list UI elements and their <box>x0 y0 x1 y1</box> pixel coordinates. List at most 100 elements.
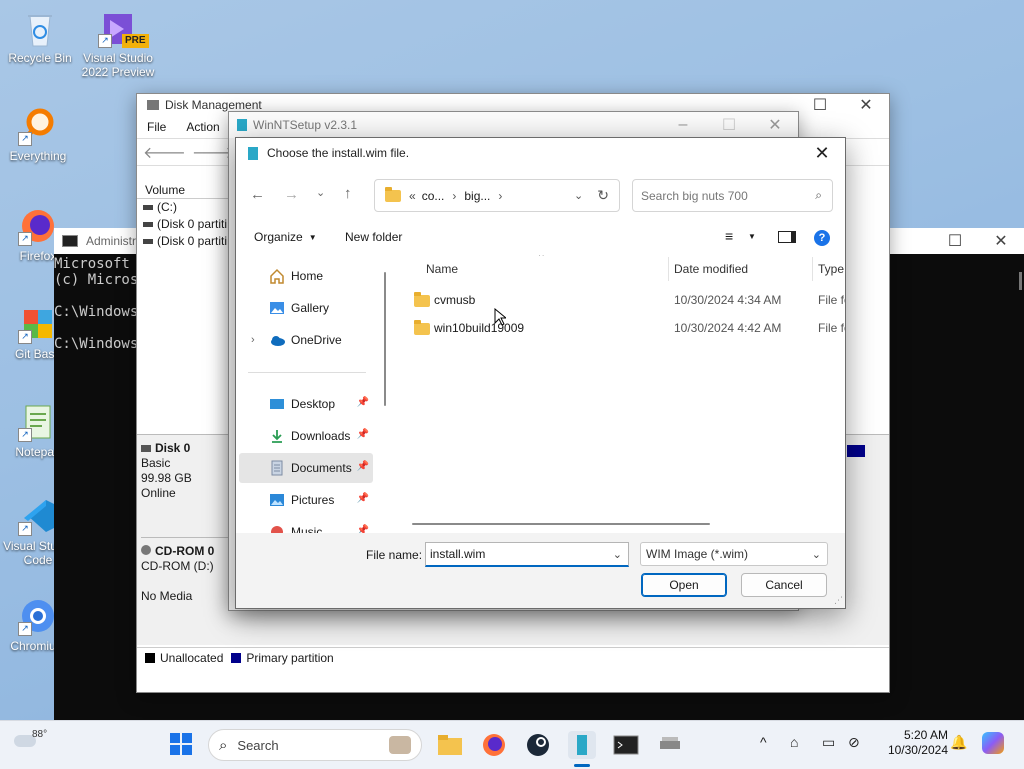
column-header-volume[interactable]: Volume <box>137 182 237 199</box>
filename-input[interactable]: install.wim <box>430 547 613 561</box>
cdrom0-info[interactable]: CD-ROM 0 CD-ROM (D:) No Media <box>141 537 233 604</box>
steam-icon[interactable] <box>524 731 552 759</box>
table-row[interactable]: cvmusb 10/30/2024 4:34 AM File fo <box>392 287 845 313</box>
forward-arrow-icon[interactable]: → <box>284 186 299 203</box>
breadcrumb-item[interactable]: big... <box>464 189 490 203</box>
taskbar-search-label: Search <box>237 737 279 753</box>
winntsetup-minimize-button[interactable]: – <box>660 112 706 138</box>
table-row[interactable]: win10build19009 10/30/2024 4:42 AM File … <box>392 315 845 341</box>
disk0-info[interactable]: Disk 0 Basic 99.98 GB Online <box>141 441 233 501</box>
show-hidden-icons-chevron-icon[interactable]: ^ <box>760 734 767 750</box>
onedrive-cloud-icon <box>269 332 285 348</box>
back-arrow-icon[interactable]: 🡐 <box>143 142 186 163</box>
column-header-name[interactable]: Name <box>426 262 458 276</box>
back-arrow-icon[interactable]: ← <box>250 186 265 203</box>
breadcrumb-item[interactable]: co... <box>422 189 445 203</box>
legend-unallocated: Unallocated <box>160 651 224 665</box>
file-type-filter[interactable]: WIM Image (*.wim) ⌄ <box>640 542 828 566</box>
dialog-close-button[interactable]: ✕ <box>799 138 845 168</box>
network-icon[interactable]: ⌂ <box>790 734 798 750</box>
sidebar-item-pictures[interactable]: Pictures 📌 <box>239 485 373 515</box>
weather-widget[interactable]: 88° <box>14 729 54 759</box>
help-icon[interactable]: ? <box>814 230 830 246</box>
address-dropdown-chevron-icon[interactable]: ⌄ <box>574 189 583 202</box>
file-name: win10build19009 <box>434 321 525 335</box>
sidebar-item-desktop[interactable]: Desktop 📌 <box>239 389 373 419</box>
shortcut-arrow-icon: ↗ <box>18 622 32 636</box>
sidebar-item-documents[interactable]: Documents 📌 <box>239 453 373 483</box>
recent-locations-chevron-icon[interactable]: ⌄ <box>316 186 325 199</box>
notification-bell-icon[interactable]: 🔔 <box>950 734 967 751</box>
dm-maximize-button[interactable]: ☐ <box>797 94 843 116</box>
sidebar-item-home[interactable]: Home <box>239 261 373 291</box>
volume-row[interactable]: (Disk 0 partiti <box>137 216 237 233</box>
menu-file[interactable]: File <box>137 120 176 134</box>
sidebar-item-gallery[interactable]: Gallery <box>239 293 373 323</box>
up-arrow-icon[interactable]: ↑ <box>344 185 352 202</box>
clock-time: 5:20 AM <box>903 728 948 742</box>
dm-close-button[interactable]: ✕ <box>843 94 889 116</box>
search-highlight-icon <box>389 736 411 754</box>
desktop-icon-everything[interactable]: ↗ Everything <box>0 106 76 163</box>
disk-management-title: Disk Management <box>165 98 262 112</box>
preview-pane-icon[interactable] <box>778 231 796 243</box>
column-header-type[interactable]: Type <box>818 262 844 276</box>
expand-chevron-icon[interactable]: › <box>251 334 255 346</box>
volume-row[interactable]: (C:) <box>137 199 237 216</box>
desktop-icon-visual-studio[interactable]: PRE ↗ Visual Studio 2022 Preview <box>80 8 156 79</box>
taskbar-search-box[interactable]: ⌕ Search <box>208 729 422 761</box>
search-icon: ⌕ <box>815 188 822 202</box>
download-arrow-icon <box>269 428 285 444</box>
primary-partition-bar[interactable] <box>847 445 865 457</box>
cmd-taskbar-icon[interactable] <box>612 731 640 759</box>
view-options-chevron-icon[interactable]: ▼ <box>748 232 756 241</box>
audio-muted-icon[interactable]: ⊘ <box>848 734 860 751</box>
chromium-icon: ↗ <box>18 596 58 636</box>
disk-management-icon <box>147 100 159 110</box>
winntsetup-taskbar-icon[interactable] <box>568 731 596 759</box>
winntsetup-close-button[interactable]: ✕ <box>752 112 798 138</box>
winntsetup-title: WinNTSetup v2.3.1 <box>253 118 358 132</box>
search-input[interactable]: Search big nuts 700 <box>641 189 815 203</box>
column-header-date[interactable]: Date modified <box>674 262 748 276</box>
file-date: 10/30/2024 4:42 AM <box>674 321 782 335</box>
copilot-icon[interactable] <box>982 732 1004 754</box>
filename-combobox[interactable]: install.wim ⌄ <box>425 542 629 567</box>
clock[interactable]: 5:20 AM 10/30/2024 <box>872 728 948 758</box>
winntsetup-titlebar[interactable]: WinNTSetup v2.3.1 – ☐ ✕ <box>229 112 798 138</box>
open-button[interactable]: Open <box>641 573 727 597</box>
volume-row[interactable]: (Disk 0 partiti <box>137 233 237 250</box>
address-bar[interactable]: « co... › big... › ⌄ ↻ <box>374 179 620 212</box>
column-divider <box>812 257 813 281</box>
cmd-scrollbar[interactable] <box>1019 272 1022 290</box>
display-icon[interactable]: ▭ <box>822 734 835 751</box>
refresh-icon[interactable]: ↻ <box>597 187 609 204</box>
menu-action[interactable]: Action <box>176 120 229 134</box>
chevron-down-icon[interactable]: ⌄ <box>613 548 622 561</box>
firefox-taskbar-icon[interactable] <box>480 731 508 759</box>
cmd-maximize-button[interactable]: ☐ <box>932 228 978 254</box>
cmd-close-button[interactable]: ✕ <box>978 228 1024 254</box>
winntsetup-maximize-button[interactable]: ☐ <box>706 112 752 138</box>
breadcrumb-overflow[interactable]: « <box>409 189 416 203</box>
resize-grip-icon[interactable]: ⋰ <box>834 595 843 606</box>
disk-management-taskbar-icon[interactable] <box>656 731 684 759</box>
folder-icon <box>385 186 401 202</box>
file-explorer-icon[interactable] <box>436 731 464 759</box>
dialog-titlebar[interactable]: Choose the install.wim file. ✕ <box>236 138 845 168</box>
desktop-icon-recycle-bin[interactable]: Recycle Bin <box>2 8 78 65</box>
new-folder-button[interactable]: New folder <box>345 230 402 244</box>
sidebar-item-downloads[interactable]: Downloads 📌 <box>239 421 373 451</box>
cmd-icon <box>62 235 78 247</box>
view-options-icon[interactable]: ≡ <box>725 228 733 244</box>
horizontal-scrollbar[interactable] <box>412 523 710 525</box>
sidebar-item-onedrive[interactable]: › OneDrive <box>239 325 373 355</box>
search-box[interactable]: Search big nuts 700 ⌕ <box>632 179 833 212</box>
navigation-scrollbar[interactable] <box>384 272 386 406</box>
organize-button[interactable]: Organize ▼ <box>254 230 317 244</box>
start-windows-icon[interactable] <box>168 731 196 759</box>
cancel-button[interactable]: Cancel <box>741 573 827 597</box>
choose-file-dialog[interactable]: Choose the install.wim file. ✕ ← → ⌄ ↑ «… <box>235 137 846 609</box>
weather-temperature: 88° <box>32 729 48 740</box>
notepad-plus-plus-icon: ↗ <box>18 402 58 442</box>
